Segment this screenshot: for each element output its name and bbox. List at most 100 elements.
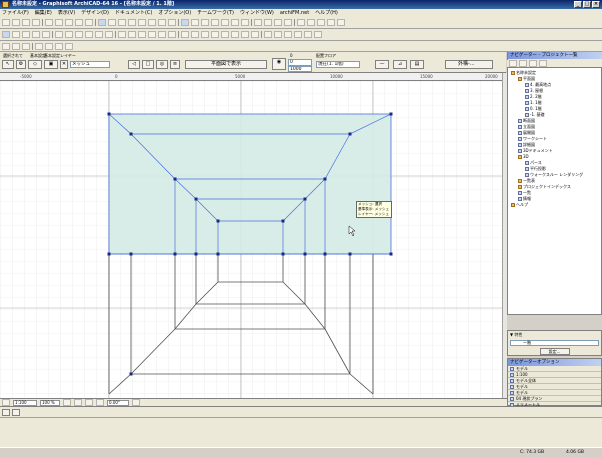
- grid-snap-icon[interactable]: [181, 19, 189, 26]
- tree-item[interactable]: 3. 屋根: [525, 88, 543, 93]
- beam-tool-icon[interactable]: [138, 19, 146, 26]
- elevate-icon[interactable]: [42, 31, 50, 38]
- surface-icon[interactable]: ▤: [410, 60, 424, 69]
- select-icon[interactable]: [2, 31, 10, 38]
- eraser-icon[interactable]: [22, 42, 30, 50]
- tree-item[interactable]: プロジェクトインデックス: [518, 184, 571, 189]
- menu-view[interactable]: 表示(V): [58, 9, 75, 17]
- publisher-icon[interactable]: [539, 60, 547, 67]
- open-file-icon[interactable]: [12, 19, 20, 26]
- tree-item[interactable]: 一覧表: [518, 178, 535, 183]
- find-icon[interactable]: [314, 31, 322, 38]
- cut-icon[interactable]: [45, 19, 53, 26]
- ungroup-icon[interactable]: [128, 31, 136, 38]
- scale-field[interactable]: 1:100: [13, 399, 37, 406]
- zoom-out-icon[interactable]: [74, 399, 82, 406]
- roof-tool-icon[interactable]: [158, 19, 166, 26]
- elevation-icon[interactable]: ◉: [272, 58, 286, 70]
- menu-archifm[interactable]: archiFM.net: [280, 9, 309, 17]
- plane-display-button[interactable]: 平面図で表示: [185, 60, 267, 69]
- tree-item[interactable]: 立面図: [518, 124, 535, 129]
- ellipse-icon[interactable]: [251, 31, 259, 38]
- mesh-tool-icon[interactable]: [168, 19, 176, 26]
- gravity-icon[interactable]: [211, 19, 219, 26]
- model-view-icon[interactable]: [45, 42, 53, 50]
- layer-icon[interactable]: [158, 31, 166, 38]
- menu-lines-icon[interactable]: ≡: [170, 60, 180, 69]
- distribute-icon[interactable]: [105, 31, 113, 38]
- tree-item[interactable]: 詳細図: [518, 142, 535, 147]
- new-file-icon[interactable]: [2, 19, 10, 26]
- tree-item[interactable]: 0. 1階: [525, 106, 542, 111]
- settings-icon[interactable]: [337, 19, 345, 26]
- print-icon[interactable]: [32, 19, 40, 26]
- offset-input[interactable]: 1000: [288, 66, 312, 72]
- intersection-icon[interactable]: [191, 31, 199, 38]
- tree-item[interactable]: 断面図: [518, 118, 535, 123]
- angle-field[interactable]: 0.00°: [107, 399, 129, 406]
- tree-item[interactable]: 一覧: [518, 190, 531, 195]
- zoom-in-icon[interactable]: [63, 399, 71, 406]
- rotated-rect-icon[interactable]: ◎: [156, 60, 168, 69]
- marquee-tool-icon[interactable]: [108, 19, 116, 26]
- camera-icon[interactable]: [284, 31, 292, 38]
- menu-help[interactable]: ヘルプ(H): [315, 9, 338, 17]
- rectangle-method-icon[interactable]: □: [142, 60, 154, 69]
- tree-item[interactable]: ヘルプ: [511, 202, 528, 207]
- settings-button[interactable]: 設定...: [539, 348, 570, 355]
- unlock-icon[interactable]: [148, 31, 156, 38]
- selection-arrow-button[interactable]: ↖: [2, 60, 14, 69]
- hotspot-icon[interactable]: [264, 31, 272, 38]
- 3d-tab-icon[interactable]: [12, 409, 20, 416]
- story-select[interactable]: 現在(1. 1階): [316, 61, 360, 68]
- section-view-icon[interactable]: [317, 19, 325, 26]
- line-type-icon[interactable]: —: [375, 60, 389, 69]
- copy-icon[interactable]: [55, 19, 63, 26]
- polygon-method-icon[interactable]: ◁: [128, 60, 140, 69]
- elevation-input[interactable]: 0: [288, 59, 312, 66]
- column-tool-icon[interactable]: [128, 19, 136, 26]
- cancel-icon[interactable]: ✕: [60, 60, 68, 69]
- fill-tool-icon[interactable]: [254, 19, 262, 26]
- tree-item[interactable]: 名称未設定: [511, 70, 536, 75]
- align-icon[interactable]: [95, 31, 103, 38]
- tree-item[interactable]: 情報: [518, 196, 531, 201]
- menu-teamwork[interactable]: チームワーク(T): [197, 9, 234, 17]
- project-map-icon[interactable]: [509, 60, 517, 67]
- undo-icon[interactable]: [75, 19, 83, 26]
- arc-tool-icon[interactable]: [231, 19, 239, 26]
- menu-window[interactable]: ウィンドウ(W): [240, 9, 274, 17]
- tangent-icon[interactable]: [231, 31, 239, 38]
- tree-item[interactable]: ウォークスルー レンダリング: [525, 172, 583, 177]
- plus-icon[interactable]: [294, 31, 302, 38]
- slab-tool-icon[interactable]: [148, 19, 156, 26]
- resize-icon[interactable]: [85, 31, 93, 38]
- group-icon[interactable]: [118, 31, 126, 38]
- parallel-icon[interactable]: [221, 31, 229, 38]
- trim-icon[interactable]: [55, 31, 63, 38]
- floor-up-icon[interactable]: [55, 42, 63, 50]
- midpoint-icon[interactable]: [201, 31, 209, 38]
- layer-combo-icon[interactable]: [35, 42, 43, 50]
- zoom-field[interactable]: 100 %: [40, 399, 60, 406]
- minimize-button[interactable]: _: [574, 1, 582, 8]
- menu-edit[interactable]: 編集(E): [35, 9, 52, 17]
- mesh-view-icon[interactable]: ▣: [44, 60, 58, 69]
- tree-item[interactable]: 1. 1階: [525, 100, 542, 105]
- mirror-icon[interactable]: [32, 31, 40, 38]
- drag-icon[interactable]: [12, 31, 20, 38]
- tree-item[interactable]: 3D: [518, 154, 529, 159]
- layout-book-icon[interactable]: [529, 60, 537, 67]
- menu-design[interactable]: デザイン(D): [81, 9, 109, 17]
- mesh-shape-icon[interactable]: ◇: [28, 60, 42, 69]
- method-select[interactable]: メッシュ: [70, 61, 110, 68]
- tree-item[interactable]: ワークシート: [518, 136, 547, 141]
- previous-zoom-icon[interactable]: [96, 399, 104, 406]
- line-tool-icon[interactable]: [221, 19, 229, 26]
- polyline-tool-icon[interactable]: [241, 19, 249, 26]
- circle-icon[interactable]: [241, 31, 249, 38]
- tree-item[interactable]: -1. 基礎: [525, 112, 545, 117]
- menu-options[interactable]: オプション(O): [158, 9, 191, 17]
- scroll-left-icon[interactable]: [2, 399, 10, 406]
- redo-icon[interactable]: [85, 19, 93, 26]
